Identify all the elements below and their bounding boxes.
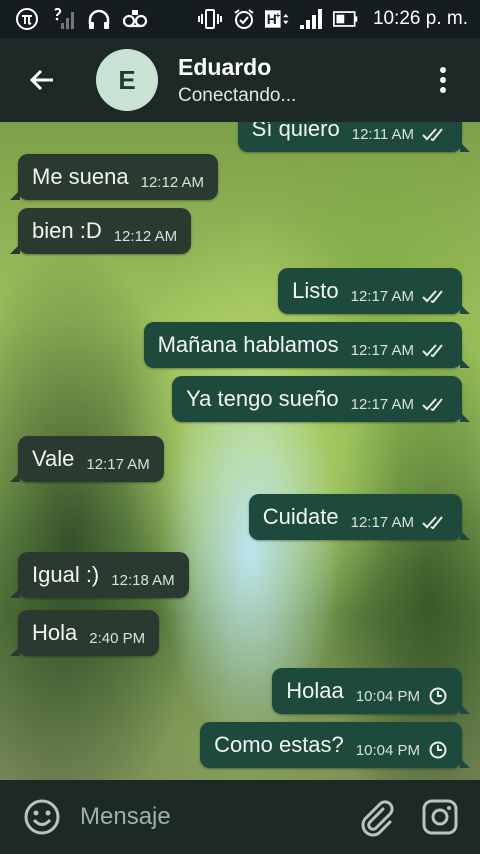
message-text: Listo	[292, 278, 339, 303]
message-text: Igual :)	[32, 562, 100, 587]
clock-pending-icon	[428, 740, 448, 760]
avatar[interactable]: E	[96, 49, 158, 111]
message-time: 12:12 AM	[113, 227, 178, 245]
message-bubble-outgoing[interactable]: Ya tengo sueño 12:17 AM	[172, 376, 470, 422]
back-button[interactable]	[14, 52, 70, 108]
message-bubble-outgoing[interactable]: Mañana hablamos 12:17 AM	[143, 322, 471, 368]
double-check-icon	[422, 515, 448, 529]
svg-text:+: +	[275, 10, 280, 20]
message-text: Ya tengo sueño	[186, 386, 339, 411]
arrow-left-icon	[29, 69, 53, 91]
clock: 10:26 p. m.	[372, 8, 468, 29]
chat-header: E Eduardo Conectando...	[0, 38, 480, 122]
battery-icon	[332, 6, 359, 32]
message-text: Hola	[32, 620, 78, 645]
message-text: Como estas?	[214, 732, 344, 757]
vibrate-icon	[197, 6, 223, 32]
more-options-button[interactable]	[428, 52, 458, 108]
connection-status: Conectando...	[178, 84, 297, 106]
message-text: Me suena	[32, 164, 129, 189]
message-time: 10:04 PM	[355, 741, 420, 759]
contact-name: Eduardo	[178, 53, 272, 80]
hplus-data-icon: H +	[264, 6, 291, 32]
message-time: 12:11 AM	[351, 125, 414, 143]
message-time: 12:17 AM	[86, 455, 150, 473]
attach-button[interactable]	[354, 795, 398, 839]
voicemail-icon	[122, 6, 148, 32]
message-bubble-incoming[interactable]: Hola 2:40 PM	[9, 610, 160, 656]
message-text: Holaa	[286, 678, 344, 703]
message-text: Sí quiero	[251, 122, 340, 141]
message-time: 2:40 PM	[89, 629, 146, 647]
message-bubble-outgoing[interactable]: Sí quiero 12:11 AM	[237, 122, 471, 152]
message-time: 12:17 AM	[350, 395, 414, 413]
message-input[interactable]	[78, 796, 332, 838]
message-bubble-incoming[interactable]: bien :D 12:12 AM	[9, 208, 192, 254]
message-time: 12:17 AM	[350, 341, 414, 359]
headset-icon	[86, 6, 112, 32]
message-bubble-outgoing[interactable]: Listo 12:17 AM	[278, 268, 470, 314]
double-check-icon	[422, 343, 448, 357]
message-list[interactable]: Sí quiero 12:11 AM Me suena 12:12 AM bie…	[0, 122, 480, 780]
message-time: 12:17 AM	[350, 287, 414, 305]
emoji-button[interactable]	[20, 795, 64, 839]
message-bubble-outgoing[interactable]: Holaa 10:04 PM	[272, 668, 470, 714]
message-time: 10:04 PM	[355, 687, 420, 705]
message-text: Vale	[32, 446, 75, 471]
message-time: 12:17 AM	[350, 513, 414, 531]
cell-signal-icon	[299, 6, 325, 32]
double-check-icon	[422, 127, 448, 141]
message-time: 12:12 AM	[140, 173, 205, 191]
paperclip-icon	[361, 800, 394, 837]
composer-bar	[0, 780, 480, 854]
double-check-icon	[422, 289, 448, 303]
status-bar: H + 10:26 p. m.	[0, 0, 480, 38]
message-time: 12:18 AM	[111, 571, 175, 589]
message-bubble-incoming[interactable]: Me suena 12:12 AM	[9, 154, 219, 200]
emoji-icon	[24, 799, 60, 835]
message-bubble-outgoing[interactable]: Como estas? 10:04 PM	[200, 722, 470, 768]
signal-question-icon	[50, 6, 76, 32]
contact-info[interactable]: Eduardo Conectando...	[178, 54, 296, 107]
more-vertical-icon	[440, 67, 446, 93]
camera-icon	[422, 799, 458, 835]
message-text: bien :D	[32, 218, 102, 243]
clock-pending-icon	[428, 686, 448, 706]
message-bubble-outgoing[interactable]: Cuidate 12:17 AM	[248, 494, 471, 540]
message-text: Cuidate	[262, 504, 339, 529]
message-bubble-incoming[interactable]: Igual :) 12:18 AM	[10, 552, 189, 598]
double-check-icon	[422, 397, 448, 411]
camera-button[interactable]	[418, 795, 462, 839]
message-bubble-incoming[interactable]: Vale 12:17 AM	[10, 436, 164, 482]
pi-icon	[14, 6, 40, 32]
alarm-icon	[231, 6, 257, 32]
message-text: Mañana hablamos	[157, 332, 339, 357]
